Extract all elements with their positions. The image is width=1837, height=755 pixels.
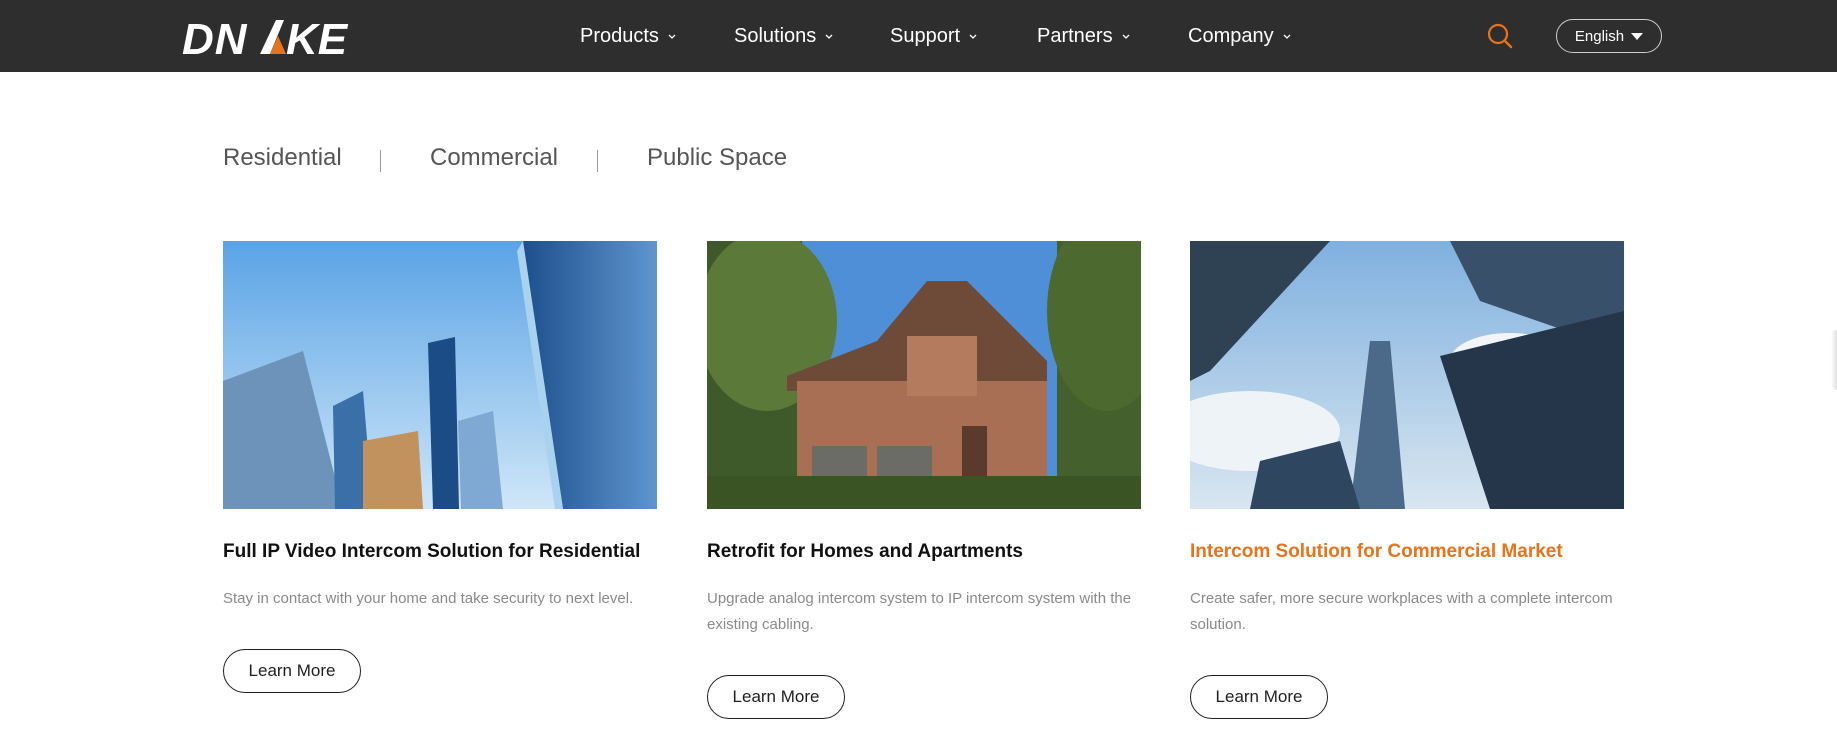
learn-more-button[interactable]: Learn More [707, 675, 845, 719]
svg-text:KE: KE [286, 15, 349, 60]
card-image-brick-house[interactable] [707, 241, 1141, 509]
nav-solutions-label: Solutions [734, 24, 817, 47]
learn-more-button[interactable]: Learn More [223, 649, 361, 693]
solution-card-retrofit: Retrofit for Homes and Apartments Upgrad… [707, 241, 1141, 719]
caret-down-icon [1631, 32, 1644, 40]
card-image-office-towers[interactable] [1190, 241, 1624, 509]
card-description: Stay in contact with your home and take … [223, 590, 634, 607]
nav-company[interactable]: Company [1188, 0, 1292, 72]
chevron-down-icon [1122, 34, 1130, 39]
solution-card-commercial: Intercom Solution for Commercial Market … [1190, 241, 1624, 719]
language-label: English [1574, 27, 1625, 45]
search-icon[interactable] [1486, 22, 1514, 50]
language-selector[interactable]: English [1556, 19, 1662, 53]
dnake-logo[interactable]: DN KE [182, 14, 360, 60]
tab-divider [380, 150, 381, 172]
learn-more-button[interactable]: Learn More [1190, 675, 1328, 719]
tab-public-space[interactable]: Public Space [647, 144, 787, 172]
chevron-down-icon [969, 34, 977, 39]
solution-category-tabs: Residential Commercial Public Space [0, 140, 1837, 180]
nav-partners-label: Partners [1037, 24, 1113, 47]
chevron-down-icon [668, 34, 676, 39]
card-title[interactable]: Full IP Video Intercom Solution for Resi… [223, 541, 657, 563]
nav-solutions[interactable]: Solutions [734, 0, 834, 72]
card-description: Create safer, more secure workplaces wit… [1190, 590, 1613, 633]
card-image-skyscrapers[interactable] [223, 241, 657, 509]
card-title[interactable]: Intercom Solution for Commercial Market [1190, 541, 1624, 563]
nav-products[interactable]: Products [580, 0, 677, 72]
card-title[interactable]: Retrofit for Homes and Apartments [707, 541, 1141, 563]
tab-commercial[interactable]: Commercial [430, 144, 558, 172]
nav-company-label: Company [1188, 24, 1274, 47]
nav-support-label: Support [890, 24, 961, 47]
chevron-down-icon [1283, 34, 1291, 39]
nav-partners[interactable]: Partners [1037, 0, 1131, 72]
solution-card-residential: Full IP Video Intercom Solution for Resi… [223, 241, 657, 693]
tab-residential[interactable]: Residential [223, 144, 342, 172]
svg-text:DN: DN [182, 15, 248, 60]
nav-support[interactable]: Support [890, 0, 978, 72]
nav-products-label: Products [580, 24, 659, 47]
chevron-down-icon [825, 34, 833, 39]
card-description: Upgrade analog intercom system to IP int… [707, 590, 1132, 633]
scroll-edge-shadow [1831, 330, 1837, 390]
top-navigation-bar: DN KE Products Solutions Support Partner… [0, 0, 1837, 72]
tab-divider [597, 150, 598, 172]
